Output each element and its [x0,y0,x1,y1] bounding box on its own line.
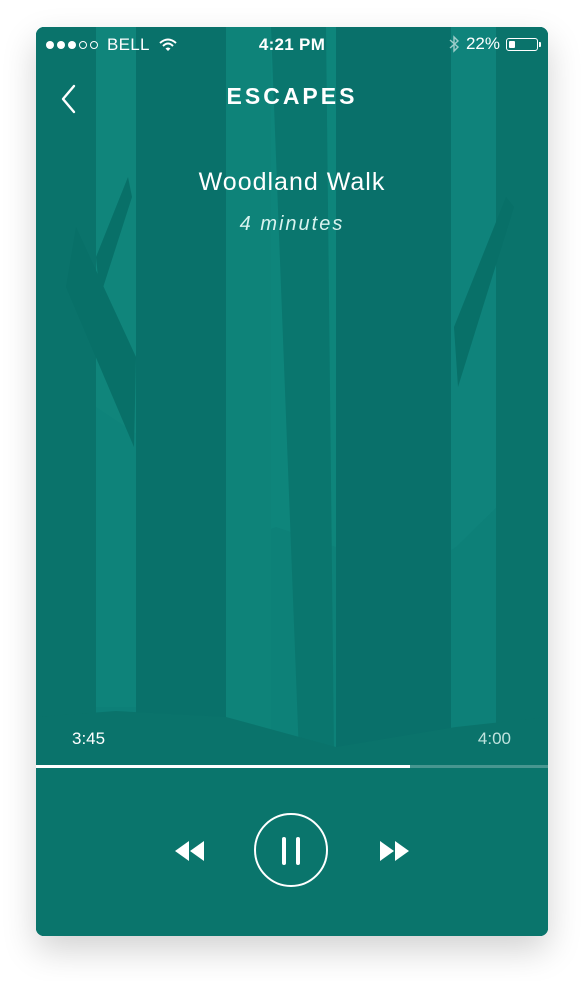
playback-controls [36,768,548,936]
fast-forward-button[interactable] [378,837,412,865]
app-screen: BELL 4:21 PM 22% ESCAPES Woodland Walk 4… [36,27,548,936]
battery-percentage: 22% [465,34,500,53]
status-bar: BELL 4:21 PM 22% [36,27,548,61]
pause-button[interactable] [254,813,328,887]
battery-level [509,40,515,48]
total-time: 4:00 [477,729,511,748]
page-title: ESCAPES [226,83,358,109]
rewind-icon [175,841,204,861]
status-right: 22% [448,34,541,54]
battery-icon [506,37,541,51]
fast-forward-icon [380,841,409,861]
pause-icon [296,837,300,865]
bluetooth-icon [449,35,459,53]
track-duration: 4 minutes [239,213,345,235]
rewind-button[interactable] [172,837,206,865]
pause-icon [282,837,286,865]
elapsed-time: 3:45 [72,729,106,748]
track-title: Woodland Walk [198,168,386,196]
